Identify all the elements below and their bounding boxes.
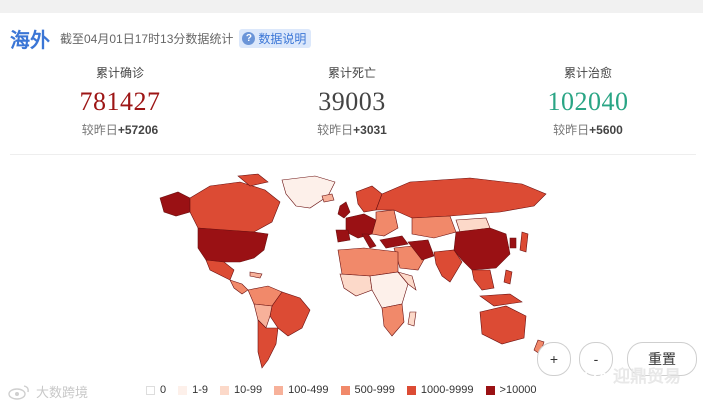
region-eastern-europe[interactable]	[371, 209, 399, 237]
region-caribbean[interactable]	[249, 271, 263, 279]
page-title: 海外	[10, 29, 50, 52]
question-icon: ?	[242, 31, 256, 45]
legend-swatch	[178, 385, 188, 395]
legend-label: 0	[160, 384, 167, 396]
stat-value: 102040	[547, 87, 629, 116]
legend-item[interactable]: 1000-9999	[406, 384, 474, 396]
legend-swatch	[340, 385, 350, 395]
region-usa[interactable]	[197, 227, 269, 263]
data-info-button[interactable]: ? 数据说明	[239, 28, 312, 48]
stat-label: 累计治愈	[563, 66, 612, 80]
wechat-icon	[585, 365, 609, 384]
region-turkey[interactable]	[379, 235, 409, 249]
header: 海外 截至04月01日17时13分数据统计 ? 数据说明	[10, 24, 312, 52]
legend-label: >10000	[499, 384, 537, 396]
legend-item[interactable]: >10000	[485, 384, 537, 396]
stat-recovered: 累计治愈 102040 较昨日+5600	[498, 64, 678, 138]
region-central-asia[interactable]	[411, 215, 457, 239]
watermark-right: 迎鼎贸易	[585, 362, 681, 387]
region-madagascar[interactable]	[407, 311, 417, 327]
stat-label: 累计确诊	[95, 66, 144, 80]
legend-swatch	[220, 385, 230, 395]
region-indonesia[interactable]	[479, 293, 523, 307]
region-west-africa[interactable]	[339, 273, 373, 297]
region-iberia[interactable]	[335, 229, 351, 243]
watermark-left-text: 大数跨境	[36, 385, 89, 400]
region-southern-cone[interactable]	[257, 319, 279, 369]
region-italy[interactable]	[361, 233, 377, 249]
divider	[10, 154, 696, 155]
stat-confirmed: 累计确诊 781427 较昨日+57206	[30, 64, 210, 138]
region-australia[interactable]	[479, 305, 527, 345]
legend-swatch	[146, 385, 155, 395]
delta-prefix: 较昨日	[81, 123, 118, 137]
legend-label: 100-499	[288, 384, 329, 396]
legend-item[interactable]: 500-999	[340, 384, 395, 396]
zoom-in-label: +	[549, 351, 559, 367]
stat-delta: 较昨日+57206	[30, 121, 210, 138]
legend-swatch	[485, 385, 495, 395]
stat-value: 781427	[79, 87, 161, 116]
stat-value: 39003	[318, 87, 386, 116]
region-philippines[interactable]	[503, 269, 513, 285]
legend-label: 10-99	[234, 384, 263, 396]
region-japan[interactable]	[519, 231, 529, 253]
region-central-america[interactable]	[229, 279, 249, 295]
zoom-in-button[interactable]: +	[537, 342, 571, 376]
region-russia[interactable]	[375, 177, 547, 219]
delta-value: +57206	[117, 123, 159, 137]
legend-item[interactable]: 100-499	[274, 384, 329, 396]
stat-delta: 较昨日+3031	[262, 121, 442, 138]
region-mexico[interactable]	[205, 259, 235, 281]
weibo-icon	[8, 384, 29, 400]
region-canada[interactable]	[189, 181, 281, 233]
delta-prefix: 较昨日	[553, 123, 590, 137]
region-peru-bolivia[interactable]	[253, 303, 273, 329]
top-bar	[0, 0, 703, 13]
legend-swatch	[274, 385, 284, 395]
watermark-right-text: 迎鼎贸易	[613, 367, 681, 386]
legend-label: 1-9	[192, 384, 209, 396]
region-southern-africa[interactable]	[381, 303, 405, 337]
legend-label: 1000-9999	[420, 384, 474, 396]
delta-prefix: 较昨日	[317, 123, 354, 137]
legend-item[interactable]: 1-9	[178, 384, 208, 396]
stats-panel: 累计确诊 781427 较昨日+57206 累计死亡 39003 较昨日+303…	[0, 64, 703, 144]
legend-item[interactable]: 10-99	[220, 384, 262, 396]
map-legend: 0 1-9 10-99 100-499 500-999 1000-9999 >1…	[146, 382, 549, 398]
region-china[interactable]	[453, 227, 511, 271]
stat-deaths: 累计死亡 39003 较昨日+3031	[262, 64, 442, 138]
legend-label: 500-999	[354, 384, 395, 396]
region-alaska[interactable]	[159, 191, 191, 217]
region-korea[interactable]	[509, 237, 517, 249]
region-southeast-asia[interactable]	[471, 269, 495, 291]
watermark-left: 大数跨境	[8, 382, 88, 401]
data-info-label: 数据说明	[258, 31, 307, 46]
region-greenland[interactable]	[281, 175, 336, 209]
stat-label: 累计死亡	[327, 66, 376, 80]
legend-swatch	[406, 385, 416, 395]
legend-item[interactable]: 0	[146, 384, 166, 396]
update-timestamp: 截至04月01日17时13分数据统计	[60, 31, 234, 46]
delta-value: +3031	[353, 123, 387, 137]
stat-delta: 较昨日+5600	[498, 121, 678, 138]
region-north-africa[interactable]	[337, 247, 399, 277]
delta-value: +5600	[589, 123, 623, 137]
region-uk[interactable]	[337, 201, 351, 219]
world-map[interactable]	[150, 172, 560, 372]
region-western-europe[interactable]	[345, 213, 377, 239]
